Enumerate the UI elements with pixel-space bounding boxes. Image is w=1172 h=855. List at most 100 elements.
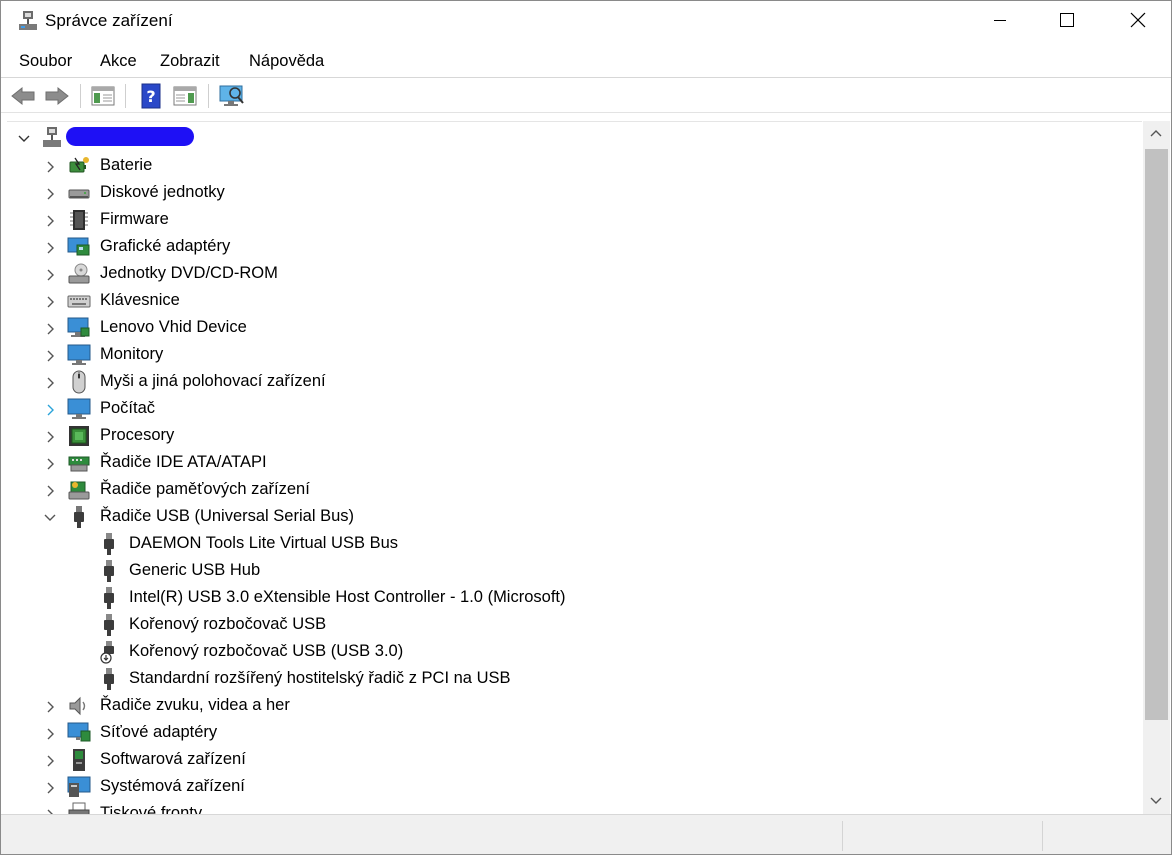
scrollbar-thumb[interactable] — [1145, 149, 1168, 720]
toolbar-separator — [80, 84, 81, 108]
device-category[interactable]: Jednotky DVD/CD-ROM — [7, 261, 1137, 288]
device-manager-window: Správce zařízení Soubor Akce Zobrazit Ná… — [0, 0, 1172, 855]
scroll-up-arrow-icon[interactable] — [1149, 127, 1163, 141]
chevron-right-icon[interactable] — [43, 349, 57, 363]
device-category[interactable]: Myši a jiná polohovací zařízení — [7, 369, 1137, 396]
menu-view[interactable]: Zobrazit — [160, 52, 220, 71]
device-item[interactable]: Kořenový rozbočovač USB — [7, 612, 1137, 639]
device-item[interactable]: Generic USB Hub — [7, 558, 1137, 585]
chevron-down-icon[interactable] — [17, 132, 31, 146]
chevron-right-icon[interactable] — [43, 727, 57, 741]
forward-button[interactable] — [43, 82, 71, 110]
device-category-label: Baterie — [100, 156, 153, 174]
device-category[interactable]: Klávesnice — [7, 288, 1137, 315]
chevron-right-icon[interactable] — [43, 781, 57, 795]
battery-icon — [69, 157, 89, 173]
device-category-label: Řadiče zvuku, videa a her — [100, 696, 290, 714]
device-category[interactable]: Monitory — [7, 342, 1137, 369]
window-title: Správce zařízení — [45, 11, 173, 30]
monitor-icon — [67, 344, 91, 365]
chevron-down-icon[interactable] — [43, 511, 57, 525]
device-category[interactable]: Diskové jednotky — [7, 180, 1137, 207]
device-category[interactable]: Baterie — [7, 153, 1137, 180]
minimize-icon — [994, 20, 1006, 21]
software-device-icon — [73, 749, 85, 771]
device-category[interactable]: Řadiče paměťových zařízení — [7, 477, 1137, 504]
toolbar-separator — [208, 84, 209, 108]
device-item-label: Kořenový rozbočovač USB — [129, 615, 327, 633]
close-icon — [1130, 12, 1146, 28]
chevron-right-icon[interactable] — [43, 268, 57, 282]
chevron-right-icon[interactable] — [43, 700, 57, 714]
device-item[interactable]: DAEMON Tools Lite Virtual USB Bus — [7, 531, 1137, 558]
device-item-label: Intel(R) USB 3.0 eXtensible Host Control… — [129, 588, 566, 606]
device-category-label: Síťové adaptéry — [100, 723, 218, 741]
mouse-icon — [72, 370, 86, 394]
toolbar: ? — [1, 78, 1171, 113]
chevron-right-icon[interactable] — [43, 430, 57, 444]
show-action-pane-button[interactable] — [171, 82, 199, 110]
device-manager-app-icon — [19, 11, 37, 30]
minimize-button[interactable] — [977, 1, 1023, 39]
processor-icon — [69, 426, 89, 446]
chevron-right-icon[interactable] — [43, 376, 57, 390]
device-item[interactable]: Kořenový rozbočovač USB (USB 3.0) — [7, 639, 1137, 666]
chevron-right-icon[interactable] — [43, 187, 57, 201]
printer-icon — [68, 802, 90, 814]
chevron-right-icon[interactable] — [43, 754, 57, 768]
maximize-button[interactable] — [1044, 1, 1090, 39]
chevron-right-icon[interactable] — [43, 160, 57, 174]
device-tree: Baterie Diskové jednotky Firmware Grafické … — [7, 121, 1142, 814]
chevron-right-icon[interactable] — [43, 295, 57, 309]
chevron-right-icon[interactable] — [43, 241, 57, 255]
device-category-label: Řadiče USB (Universal Serial Bus) — [100, 507, 355, 525]
menu-file[interactable]: Soubor — [19, 52, 72, 71]
device-category-label: Jednotky DVD/CD-ROM — [100, 264, 278, 282]
device-category[interactable]: Tiskové fronty — [7, 801, 1137, 814]
scan-hardware-changes-button[interactable] — [218, 82, 246, 110]
device-category-label: Monitory — [100, 345, 164, 363]
device-category-label: Firmware — [100, 210, 169, 228]
computer-name-redacted[interactable] — [66, 127, 194, 146]
device-category[interactable]: Řadiče zvuku, videa a her — [7, 693, 1137, 720]
device-item[interactable]: Standardní rozšířený hostitelský řadič z… — [7, 666, 1137, 693]
device-category[interactable]: Řadiče IDE ATA/ATAPI — [7, 450, 1137, 477]
chevron-right-icon[interactable] — [43, 484, 57, 498]
usb-plug-icon — [104, 668, 114, 690]
usb-icon — [74, 506, 84, 528]
device-category[interactable]: Firmware — [7, 207, 1137, 234]
help-button[interactable]: ? — [137, 82, 165, 110]
scroll-down-arrow-icon[interactable] — [1149, 793, 1163, 807]
back-button[interactable] — [9, 82, 37, 110]
network-adapter-icon — [67, 722, 91, 742]
device-item-label: Standardní rozšířený hostitelský řadič z… — [129, 669, 511, 687]
chevron-right-icon[interactable] — [43, 457, 57, 471]
chevron-right-icon[interactable] — [43, 214, 57, 228]
device-category[interactable]: Softwarová zařízení — [7, 747, 1137, 774]
menu-help[interactable]: Nápověda — [249, 52, 324, 71]
device-category[interactable]: Počítač — [7, 396, 1137, 423]
computer-root-icon — [43, 127, 61, 147]
monitor-network-icon — [67, 317, 90, 337]
device-category-label: Lenovo Vhid Device — [100, 318, 247, 336]
show-hide-console-tree-button[interactable] — [89, 82, 117, 110]
device-category[interactable]: Lenovo Vhid Device — [7, 315, 1137, 342]
system-device-icon — [67, 776, 91, 797]
device-category[interactable]: Řadiče USB (Universal Serial Bus) — [7, 504, 1137, 531]
device-category[interactable]: Systémová zařízení — [7, 774, 1137, 801]
toolbar-separator — [125, 84, 126, 108]
device-category[interactable]: Procesory — [7, 423, 1137, 450]
chevron-right-icon[interactable] — [43, 403, 57, 417]
device-item[interactable]: Intel(R) USB 3.0 eXtensible Host Control… — [7, 585, 1137, 612]
firmware-icon — [70, 210, 88, 230]
device-category-label: Systémová zařízení — [100, 777, 245, 795]
device-category[interactable]: Síťové adaptéry — [7, 720, 1137, 747]
chevron-right-icon[interactable] — [43, 322, 57, 336]
device-category[interactable]: Grafické adaptéry — [7, 234, 1137, 261]
close-button[interactable] — [1115, 1, 1161, 39]
ide-controller-icon — [68, 456, 90, 472]
usb-plug-icon — [104, 614, 114, 636]
storage-controller-icon — [68, 481, 90, 500]
menu-action[interactable]: Akce — [100, 52, 137, 71]
device-category-label: Klávesnice — [100, 291, 180, 309]
